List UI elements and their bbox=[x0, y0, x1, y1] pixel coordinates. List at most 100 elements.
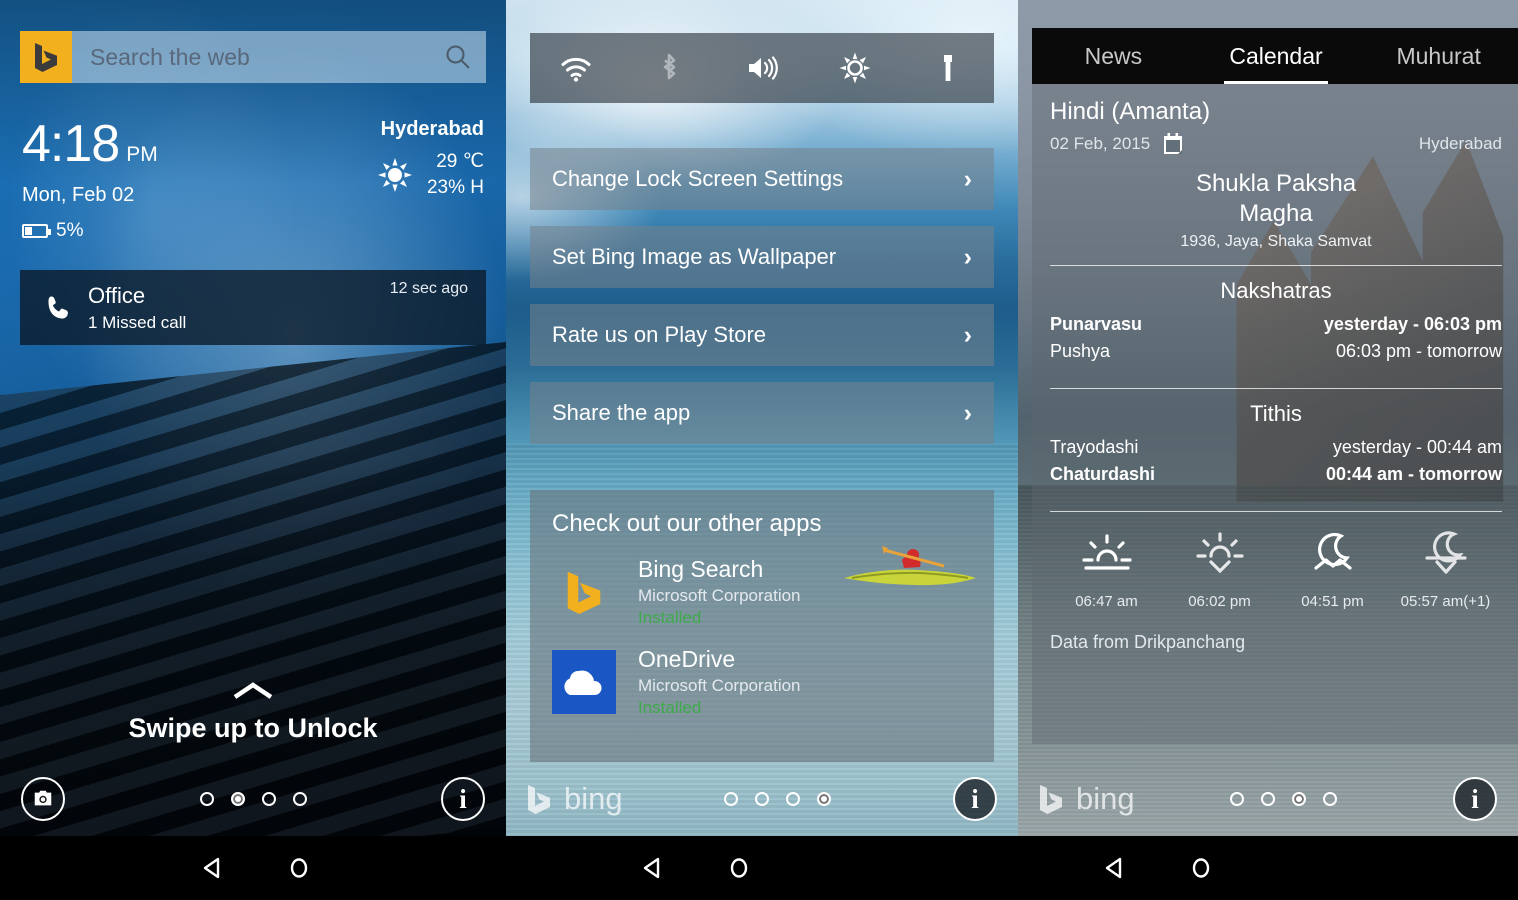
notification-card[interactable]: Office 1 Missed call 12 sec ago bbox=[20, 270, 486, 345]
moonset-cell: 05:57 am(+1) bbox=[1389, 528, 1502, 610]
page-dot[interactable] bbox=[292, 792, 307, 806]
page-dot[interactable] bbox=[1260, 792, 1275, 806]
page-dots[interactable] bbox=[86, 792, 420, 806]
calendar-city: Hyderabad bbox=[1418, 134, 1502, 153]
camera-icon[interactable] bbox=[21, 777, 65, 821]
calendar-date: 02 Feb, 2015 bbox=[1050, 134, 1151, 153]
flashlight-icon[interactable] bbox=[901, 51, 994, 85]
volume-icon[interactable] bbox=[716, 51, 809, 85]
other-apps-card: Check out our other apps Bing Search Mic… bbox=[530, 490, 994, 762]
tithi-name: Trayodashi bbox=[1050, 437, 1139, 457]
notification-title: Office bbox=[88, 282, 146, 308]
onedrive-icon bbox=[552, 650, 616, 714]
wifi-icon[interactable] bbox=[530, 51, 623, 85]
other-apps-title: Check out our other apps bbox=[552, 510, 822, 537]
page-dot[interactable] bbox=[754, 792, 769, 806]
tab-muhurat[interactable]: Muhurat bbox=[1357, 28, 1518, 84]
tithi-name: Chaturdashi bbox=[1050, 464, 1156, 484]
moonrise-icon bbox=[1313, 532, 1352, 570]
panel-calendar-panchang: News Calendar Muhurat Hindi (Amanta) 02 … bbox=[1018, 0, 1518, 836]
sun-icon bbox=[377, 157, 412, 192]
bluetooth-icon[interactable] bbox=[623, 51, 716, 85]
info-icon[interactable]: i bbox=[441, 777, 485, 821]
menu-item-label: Rate us on Play Store bbox=[552, 322, 767, 347]
nakshatra-span: yesterday - 06:03 pm bbox=[1323, 314, 1502, 334]
search-icon[interactable] bbox=[430, 43, 486, 71]
bing-logo-icon bbox=[528, 785, 550, 814]
moonrise-time: 04:51 pm bbox=[1301, 593, 1364, 610]
tab-calendar[interactable]: Calendar bbox=[1195, 28, 1358, 84]
swipe-to-unlock[interactable]: Swipe up to Unlock bbox=[0, 680, 506, 744]
menu-item-rate-us-on-play-store[interactable]: Rate us on Play Store › bbox=[530, 304, 994, 366]
nakshatras-title: Nakshatras bbox=[1220, 278, 1332, 303]
bing-logo-icon bbox=[552, 560, 616, 624]
divider bbox=[1050, 511, 1502, 512]
app-row-bing-search[interactable]: Bing Search Microsoft Corporation Instal… bbox=[552, 556, 972, 628]
nav-group-2 bbox=[610, 836, 782, 900]
page-dot[interactable] bbox=[261, 792, 276, 806]
nakshatra-row: Pushya 06:03 pm - tomorrow bbox=[1050, 341, 1502, 362]
nav-group-3 bbox=[1072, 836, 1244, 900]
app-name: Bing Search bbox=[638, 556, 764, 582]
back-button[interactable] bbox=[170, 855, 256, 881]
page-dot[interactable] bbox=[1322, 792, 1337, 806]
app-name: OneDrive bbox=[638, 646, 736, 672]
circle-icon bbox=[730, 858, 748, 878]
bing-search-bar[interactable]: Search the web bbox=[20, 31, 486, 83]
menu-item-set-bing-image-as-wallpaper[interactable]: Set Bing Image as Wallpaper › bbox=[530, 226, 994, 288]
tab-news[interactable]: News bbox=[1032, 28, 1195, 84]
lunar-month: Magha bbox=[1239, 200, 1313, 227]
menu-item-change-lock-screen-settings[interactable]: Change Lock Screen Settings › bbox=[530, 148, 994, 210]
notification-time: 12 sec ago bbox=[389, 280, 468, 297]
menu-item-label: Share the app bbox=[552, 400, 691, 425]
data-source-label: Data from Drikpanchang bbox=[1050, 632, 1246, 652]
phone-icon bbox=[38, 294, 80, 322]
info-icon[interactable]: i bbox=[953, 777, 997, 821]
page-dot[interactable] bbox=[199, 792, 214, 806]
page-dot[interactable] bbox=[785, 792, 800, 806]
sun-moon-times: 06:47 am 06:02 pm 04:51 pm 05:57 am(+1) bbox=[1050, 528, 1502, 610]
calendar-system: Hindi (Amanta) bbox=[1050, 98, 1211, 125]
menu-item-share-the-app[interactable]: Share the app › bbox=[530, 382, 994, 444]
panel3-tabs: News Calendar Muhurat bbox=[1032, 28, 1518, 84]
nakshatra-span: 06:03 pm - tomorrow bbox=[1335, 341, 1502, 361]
quick-toggle-row bbox=[530, 33, 994, 103]
page-dot[interactable] bbox=[1229, 792, 1244, 806]
brightness-icon[interactable] bbox=[808, 51, 901, 85]
info-icon[interactable]: i bbox=[1453, 777, 1497, 821]
page-dot-active[interactable] bbox=[230, 792, 245, 806]
chevron-right-icon: › bbox=[963, 242, 972, 271]
screenshot-root: Search the web 4:18 PM Mon, Feb 02 5% Hyd… bbox=[0, 0, 1518, 900]
menu-item-label: Change Lock Screen Settings bbox=[552, 166, 844, 191]
calendar-icon[interactable] bbox=[1162, 132, 1184, 156]
page-dot-active[interactable] bbox=[1291, 792, 1306, 806]
app-row-onedrive[interactable]: OneDrive Microsoft Corporation Installed bbox=[552, 646, 972, 718]
back-button[interactable] bbox=[1072, 855, 1158, 881]
tithi-span: 00:44 am - tomorrow bbox=[1325, 464, 1502, 484]
circle-icon bbox=[1192, 858, 1210, 878]
sunset-icon bbox=[1195, 532, 1244, 574]
app-publisher: Microsoft Corporation bbox=[638, 586, 801, 605]
paksha-block: Shukla Paksha Magha 1936, Jaya, Shaka Sa… bbox=[1050, 170, 1502, 251]
app-status: Installed bbox=[638, 608, 702, 627]
chevron-right-icon: › bbox=[963, 320, 972, 349]
home-button[interactable] bbox=[696, 855, 782, 881]
page-dots[interactable] bbox=[623, 792, 932, 806]
search-input[interactable]: Search the web bbox=[72, 44, 430, 71]
divider bbox=[1050, 388, 1502, 389]
weather-widget[interactable]: Hyderabad 29 ℃ 23% H bbox=[377, 118, 484, 200]
tithi-span: yesterday - 00:44 am bbox=[1332, 437, 1502, 457]
home-button[interactable] bbox=[256, 855, 342, 881]
home-button[interactable] bbox=[1158, 855, 1244, 881]
settings-menu-list: Change Lock Screen Settings › Set Bing I… bbox=[530, 148, 994, 460]
tithi-row: Chaturdashi 00:44 am - tomorrow bbox=[1050, 464, 1502, 485]
battery-status: 5% bbox=[22, 220, 158, 242]
back-button[interactable] bbox=[610, 855, 696, 881]
triangle-left-icon bbox=[203, 857, 220, 879]
chevron-right-icon: › bbox=[963, 398, 972, 427]
page-dots[interactable] bbox=[1135, 792, 1432, 806]
page-dot-active[interactable] bbox=[816, 792, 831, 806]
page-dot[interactable] bbox=[723, 792, 738, 806]
clock-time: 4:18 PM bbox=[22, 115, 158, 173]
weather-city: Hyderabad bbox=[380, 118, 484, 140]
